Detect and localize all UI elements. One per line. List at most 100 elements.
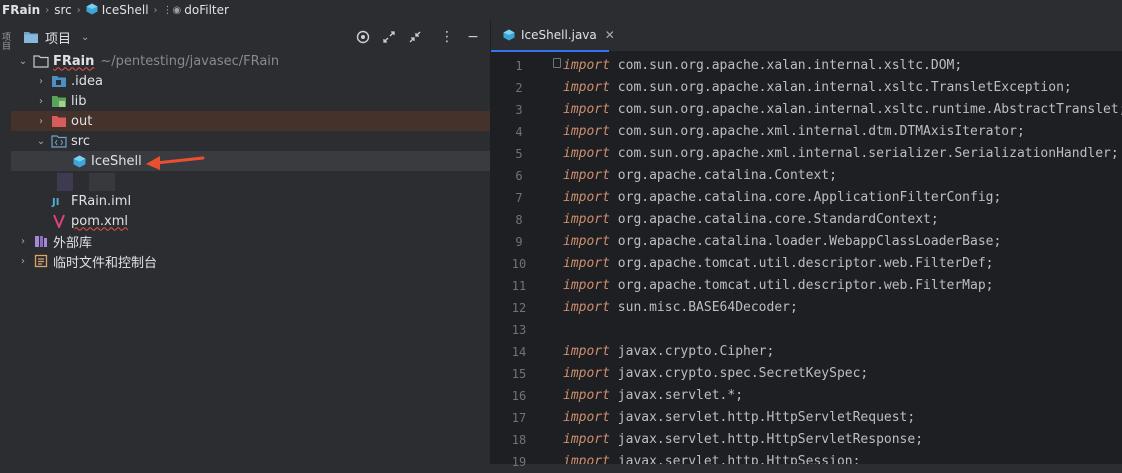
library-icon [33, 233, 49, 249]
line-number: 10 [511, 257, 527, 271]
breadcrumb-method[interactable]: doFilter [184, 3, 229, 17]
line-number: 19 [511, 455, 527, 469]
code-text: javax.crypto.Cipher; [609, 344, 775, 359]
project-panel-header: 项目 ⌄ ⋮ − [11, 20, 490, 54]
code-text: org.apache.tomcat.util.descriptor.web.Fi… [609, 278, 994, 293]
code-line: import javax.servlet.*; [563, 385, 743, 407]
code-line: import javax.servlet.http.HttpServletReq… [563, 407, 915, 429]
editor-tab-label: IceShell.java [521, 28, 597, 42]
line-number: 6 [515, 169, 523, 183]
redacted-block [89, 173, 115, 191]
editor-tab-iceshell[interactable]: IceShell.java ✕ [491, 20, 615, 52]
line-number: 9 [515, 235, 523, 249]
line-number: 1 [515, 59, 523, 73]
tree-item-scratches[interactable]: › 临时文件和控制台 [11, 251, 490, 271]
tree-item-iceshell[interactable]: IceShell [11, 151, 490, 171]
code-line: import org.apache.tomcat.util.descriptor… [563, 275, 993, 297]
breadcrumb-separator-icon: › [76, 4, 81, 16]
code-line: import com.sun.org.apache.xml.internal.d… [563, 121, 1025, 143]
tree-item-pom[interactable]: pom.xml [11, 211, 490, 231]
keyword-import: import [563, 388, 610, 403]
code-line: import com.sun.org.apache.xalan.internal… [563, 55, 962, 77]
line-number: 14 [511, 345, 527, 359]
tree-item-label: 外部库 [53, 235, 93, 251]
tree-item-label: .idea [71, 73, 103, 89]
code-text: com.sun.org.apache.xml.internal.dtm.DTMA… [609, 124, 1025, 139]
code-line: import org.apache.catalina.loader.Webapp… [563, 231, 1001, 253]
keyword-import: import [563, 278, 610, 293]
tree-item-label: out [71, 113, 93, 129]
java-class-icon [71, 153, 87, 169]
hide-panel-icon[interactable]: − [460, 24, 486, 50]
chevron-right-icon[interactable]: › [35, 96, 47, 107]
expand-all-icon[interactable] [376, 24, 402, 50]
code-text: javax.servlet.*; [609, 388, 744, 403]
maven-file-icon [51, 213, 67, 229]
breadcrumb-project[interactable]: FRain [2, 3, 40, 17]
tree-item-lib[interactable]: › lib [11, 91, 490, 111]
tree-item-src[interactable]: ⌄ src [11, 131, 490, 151]
breadcrumb: FRain › src › IceShell › ⋮◉ doFilter [0, 0, 1122, 20]
tree-item-label: 临时文件和控制台 [53, 255, 158, 271]
code-line: import org.apache.tomcat.util.descriptor… [563, 253, 993, 275]
breadcrumb-separator-icon: › [45, 4, 50, 16]
code-text: javax.servlet.http.HttpServletResponse; [609, 432, 924, 447]
idea-folder-icon [51, 73, 67, 89]
java-class-icon [86, 3, 98, 18]
line-number-gutter: 1 2 3 4 5 6 7 8 9 10 11 12 13 14 15 16 17 18 19 [491, 53, 551, 469]
project-root-path: ~/pentesting/javasec/FRain [100, 53, 280, 69]
collapse-all-icon[interactable] [402, 24, 428, 50]
tree-item-project-root[interactable]: ⌄ FRain ~/pentesting/javasec/FRain [11, 51, 490, 71]
scratches-icon [33, 253, 49, 269]
tree-item-iml[interactable]: JI FRain.iml [11, 191, 490, 211]
code-area[interactable]: import com.sun.org.apache.xalan.internal… [563, 53, 1122, 464]
method-icon: ⋮◉ [162, 4, 182, 16]
keyword-import: import [563, 190, 610, 205]
line-number: 3 [515, 103, 523, 117]
keyword-import: import [563, 80, 610, 95]
breadcrumb-folder[interactable]: src [54, 3, 72, 17]
project-panel-title[interactable]: 项目 [45, 28, 71, 47]
close-icon[interactable]: ✕ [605, 28, 615, 42]
tree-item-obscured[interactable] [11, 171, 490, 191]
tree-item-label: lib [71, 93, 87, 109]
line-number: 7 [515, 191, 523, 205]
line-number: 11 [511, 279, 527, 293]
code-text: javax.servlet.http.HttpSession; [609, 454, 861, 464]
chevron-right-icon[interactable]: › [35, 76, 47, 87]
code-line: import sun.misc.BASE64Decoder; [563, 297, 798, 319]
code-text: org.apache.tomcat.util.descriptor.web.Fi… [609, 256, 994, 271]
chevron-right-icon[interactable]: › [17, 256, 29, 267]
project-panel: 项目 ⌄ ⋮ − ⌄ FRain ~/pentesting/javasec/FR… [11, 20, 490, 464]
fold-marker-icon[interactable] [553, 58, 561, 68]
tree-item-external-libraries[interactable]: › 外部库 [11, 231, 490, 251]
editor-tab-bar: IceShell.java ✕ [491, 20, 1122, 52]
chevron-down-icon[interactable]: ⌄ [81, 32, 89, 43]
breadcrumb-file[interactable]: IceShell [102, 3, 149, 17]
code-text: com.sun.org.apache.xalan.internal.xsltc.… [609, 102, 1122, 117]
tree-item-out[interactable]: › out [11, 111, 490, 131]
keyword-import: import [563, 124, 610, 139]
code-text: com.sun.org.apache.xml.internal.serializ… [609, 146, 1119, 161]
code-line: import org.apache.catalina.core.Applicat… [563, 187, 1001, 209]
line-number: 4 [515, 125, 523, 139]
tree-item-label: pom.xml [71, 213, 128, 229]
locate-file-icon[interactable] [350, 24, 376, 50]
chevron-right-icon[interactable]: › [35, 116, 47, 127]
code-text: com.sun.org.apache.xalan.internal.xsltc.… [609, 80, 1072, 95]
excluded-folder-icon [51, 113, 67, 129]
code-line: import org.apache.catalina.core.Standard… [563, 209, 939, 231]
project-tool-button[interactable]: 项目 [0, 32, 11, 53]
breadcrumb-separator-icon: › [153, 4, 158, 16]
options-menu-icon[interactable]: ⋮ [434, 24, 460, 50]
chevron-down-icon[interactable]: ⌄ [17, 56, 29, 67]
chevron-down-icon[interactable]: ⌄ [35, 136, 47, 147]
project-tool-label: 项目 [0, 32, 10, 50]
module-folder-icon [33, 53, 49, 69]
keyword-import: import [563, 300, 610, 315]
tree-item-idea[interactable]: › .idea [11, 71, 490, 91]
keyword-import: import [563, 410, 610, 425]
chevron-right-icon[interactable]: › [17, 236, 29, 247]
code-text: javax.servlet.http.HttpServletRequest; [609, 410, 916, 425]
line-number: 2 [515, 81, 523, 95]
